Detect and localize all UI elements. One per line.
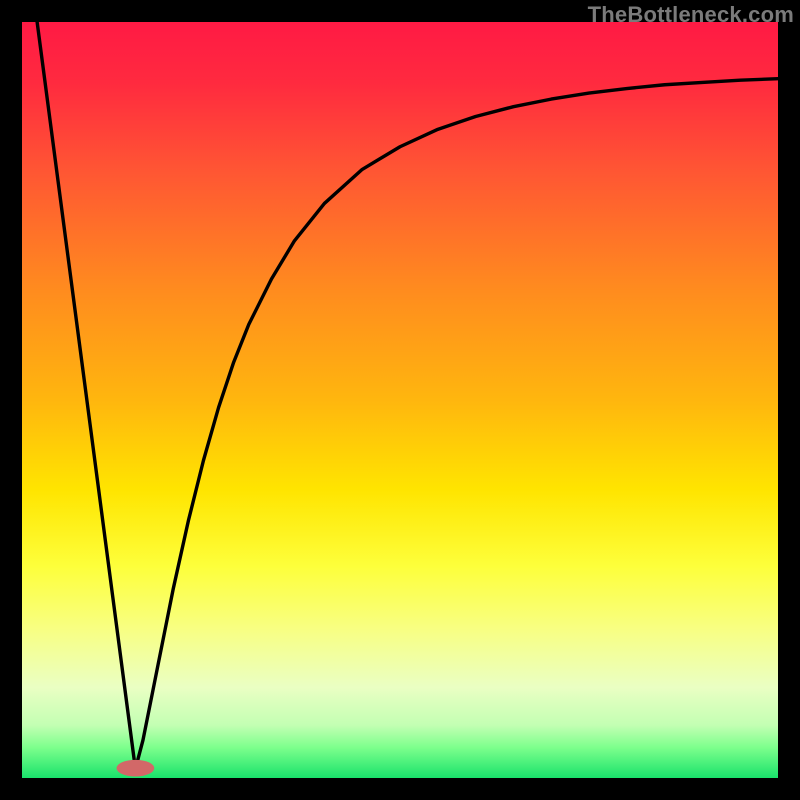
chart-container: TheBottleneck.com: [0, 0, 800, 800]
minimum-marker: [117, 760, 155, 777]
watermark-label: TheBottleneck.com: [588, 2, 794, 28]
chart-svg: [22, 22, 778, 778]
chart-background: [22, 22, 778, 778]
plot-area: [22, 22, 778, 778]
marker-group: [117, 760, 155, 777]
